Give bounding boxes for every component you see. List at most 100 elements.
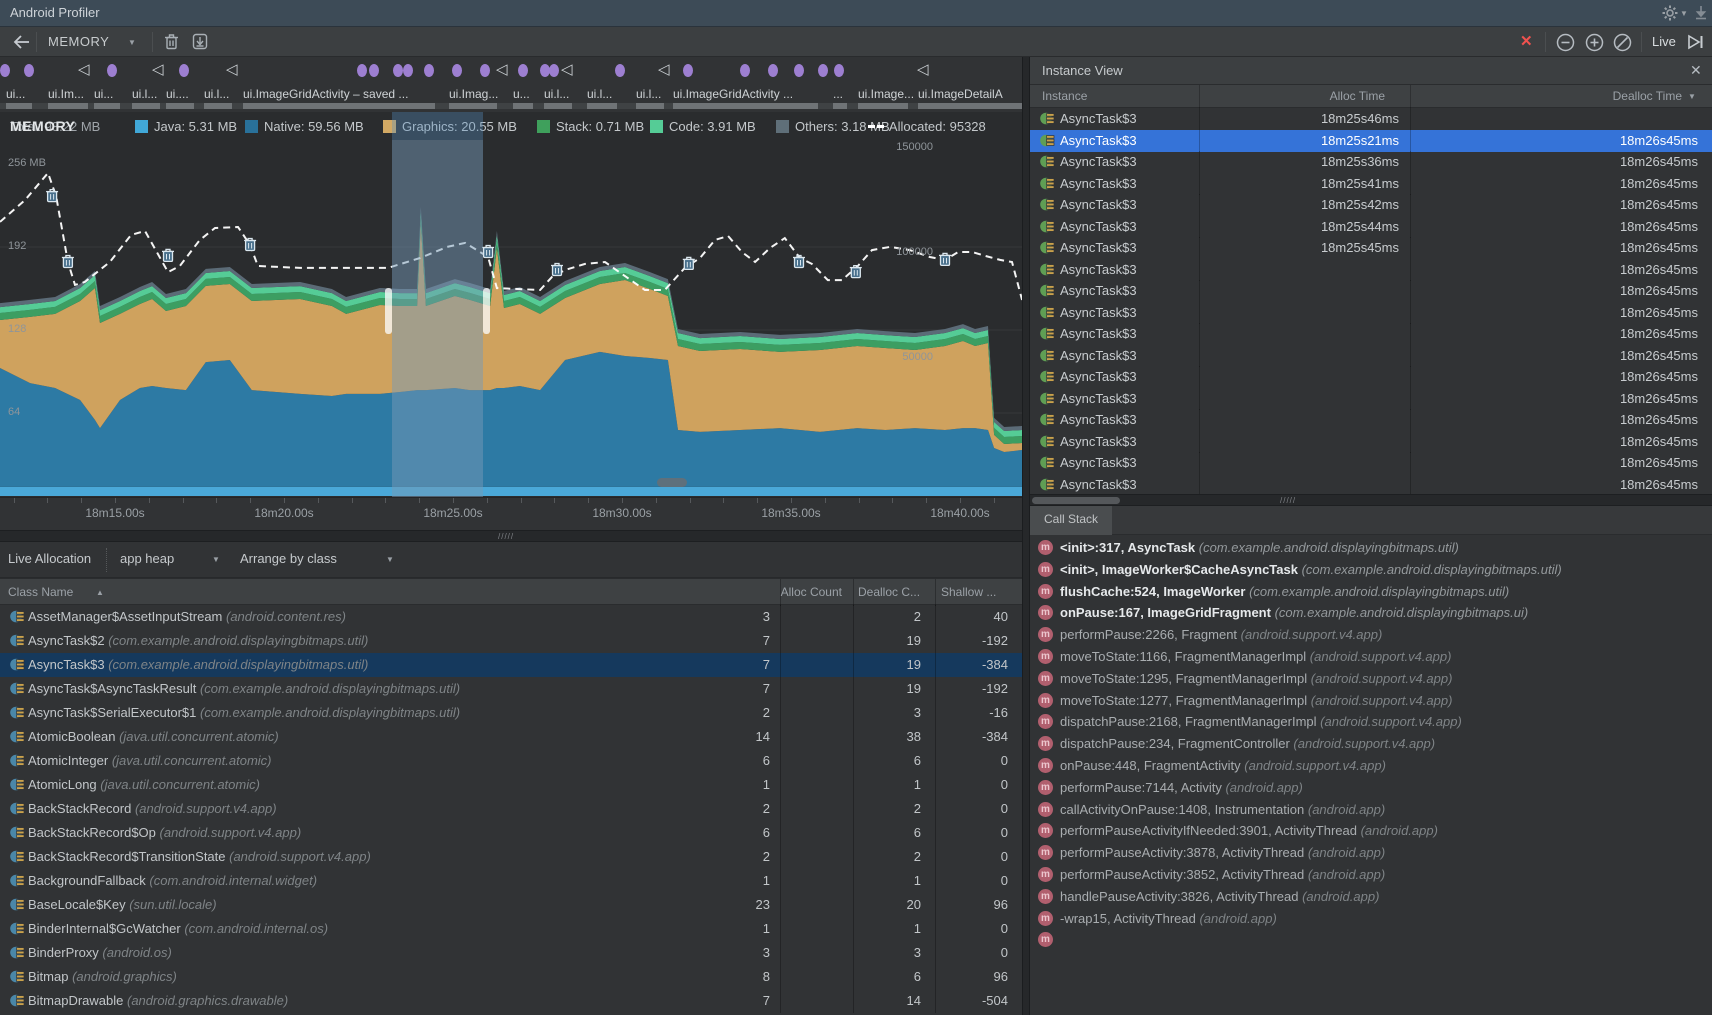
table-row[interactable]: AsyncTask$2 (com.example.android.display…: [0, 629, 1022, 653]
callstack-frame[interactable]: mperformPause:7144, Activity (android.ap…: [1030, 777, 1712, 799]
instance-row[interactable]: AsyncTask$318m26s45ms: [1030, 323, 1712, 345]
instance-row[interactable]: AsyncTask$318m26s45ms: [1030, 388, 1712, 410]
class-name: BackStackRecord$TransitionState (android…: [28, 849, 371, 864]
event-timeline[interactable]: ◁◁◁◁◁◁◁: [0, 57, 1022, 84]
callstack-frame[interactable]: monPause:448, FragmentActivity (android.…: [1030, 755, 1712, 777]
callstack-frame[interactable]: mperformPauseActivity:3878, ActivityThre…: [1030, 842, 1712, 864]
callstack-frame[interactable]: mhandlePauseActivity:3826, ActivityThrea…: [1030, 886, 1712, 908]
table-row[interactable]: BitmapDrawable (android.graphics.drawabl…: [0, 989, 1022, 1013]
zoom-out-icon[interactable]: [1556, 33, 1575, 52]
table-row[interactable]: BackgroundFallback (com.android.internal…: [0, 869, 1022, 893]
column-class-name[interactable]: Class Name: [8, 585, 73, 599]
selection-handle-right[interactable]: [483, 288, 490, 334]
table-row[interactable]: AsyncTask$3 (com.example.android.display…: [0, 653, 1022, 677]
callstack-frame[interactable]: m: [1030, 929, 1712, 951]
column-instance[interactable]: Instance: [1042, 89, 1087, 103]
table-row[interactable]: AsyncTask$SerialExecutor$1 (com.example.…: [0, 701, 1022, 725]
instance-row[interactable]: AsyncTask$318m25s44ms18m26s45ms: [1030, 216, 1712, 238]
timeline-scrollbar[interactable]: [657, 478, 687, 487]
zoom-in-icon[interactable]: [1585, 33, 1604, 52]
method-icon: m: [1038, 693, 1053, 708]
callstack-frame[interactable]: monPause:167, ImageGridFragment (com.exa…: [1030, 602, 1712, 624]
export-heap-icon[interactable]: [192, 33, 208, 50]
instance-name: AsyncTask$3: [1060, 391, 1137, 406]
table-row[interactable]: BinderProxy (android.os)330: [0, 941, 1022, 965]
jump-to-live-icon[interactable]: [1687, 34, 1705, 50]
instance-row[interactable]: AsyncTask$318m25s42ms18m26s45ms: [1030, 194, 1712, 216]
callstack-list[interactable]: m<init>:317, AsyncTask (com.example.andr…: [1030, 537, 1712, 1015]
horizontal-splitter[interactable]: /////: [0, 530, 1022, 542]
table-row[interactable]: AsyncTask$AsyncTaskResult (com.example.a…: [0, 677, 1022, 701]
callstack-frame[interactable]: mflushCache:524, ImageWorker (com.exampl…: [1030, 581, 1712, 603]
instance-row[interactable]: AsyncTask$318m25s36ms18m26s45ms: [1030, 151, 1712, 173]
table-row[interactable]: BinderInternal$GcWatcher (com.android.in…: [0, 917, 1022, 941]
arrange-dropdown[interactable]: Arrange by class: [240, 551, 337, 566]
gear-icon[interactable]: [1662, 5, 1678, 21]
callstack-frame[interactable]: mmoveToState:1295, FragmentManagerImpl (…: [1030, 668, 1712, 690]
table-row[interactable]: AtomicLong (java.util.concurrent.atomic)…: [0, 773, 1022, 797]
table-row[interactable]: Bitmap (android.graphics)8696: [0, 965, 1022, 989]
callstack-frame[interactable]: mperformPauseActivityIfNeeded:3901, Acti…: [1030, 820, 1712, 842]
column-alloc-time[interactable]: Alloc Time: [1199, 89, 1385, 103]
table-row[interactable]: BackStackRecord$Op (android.support.v4.a…: [0, 821, 1022, 845]
instance-row[interactable]: AsyncTask$318m26s45ms: [1030, 431, 1712, 453]
frame-signature: flushCache:524, ImageWorker (com.example…: [1060, 584, 1509, 599]
vertical-splitter[interactable]: [1022, 57, 1030, 1015]
memory-chart[interactable]: 256 MB1921286415000010000050000: [0, 140, 1022, 497]
instance-row[interactable]: AsyncTask$318m25s46ms: [1030, 108, 1712, 130]
profiler-type-dropdown[interactable]: MEMORY: [48, 34, 109, 49]
instance-row[interactable]: AsyncTask$318m25s45ms18m26s45ms: [1030, 237, 1712, 259]
download-icon[interactable]: [1694, 5, 1708, 21]
callstack-frame[interactable]: m<init>, ImageWorker$CacheAsyncTask (com…: [1030, 559, 1712, 581]
callstack-frame[interactable]: mcallActivityOnPause:1408, Instrumentati…: [1030, 799, 1712, 821]
instance-row[interactable]: AsyncTask$318m26s45ms: [1030, 345, 1712, 367]
column-alloc-count[interactable]: Alloc Count: [710, 585, 842, 599]
class-table-header[interactable]: Class Name ▲ Alloc Count Dealloc C... Sh…: [0, 578, 1022, 605]
table-row[interactable]: AtomicBoolean (java.util.concurrent.atom…: [0, 725, 1022, 749]
instance-row[interactable]: AsyncTask$318m26s45ms: [1030, 302, 1712, 324]
close-selection-icon[interactable]: ✕: [1520, 32, 1533, 50]
close-instance-view-icon[interactable]: ✕: [1690, 62, 1702, 79]
instance-row[interactable]: AsyncTask$318m26s45ms: [1030, 474, 1712, 495]
callstack-frame[interactable]: m<init>:317, AsyncTask (com.example.andr…: [1030, 537, 1712, 559]
heap-dropdown[interactable]: app heap: [120, 551, 174, 566]
table-row[interactable]: BaseLocale$Key (sun.util.locale)232096: [0, 893, 1022, 917]
table-row[interactable]: BackStackRecord$TransitionState (android…: [0, 845, 1022, 869]
class-name: AtomicLong (java.util.concurrent.atomic): [28, 777, 260, 792]
instance-row[interactable]: AsyncTask$318m26s45ms: [1030, 366, 1712, 388]
back-arrow-icon[interactable]: [12, 32, 32, 52]
instance-row[interactable]: AsyncTask$318m26s45ms: [1030, 259, 1712, 281]
callstack-frame[interactable]: m-wrap15, ActivityThread (android.app): [1030, 908, 1712, 930]
class-table[interactable]: AssetManager$AssetInputStream (android.c…: [0, 605, 1022, 1015]
touch-event-icon: [369, 64, 379, 77]
column-dealloc-time[interactable]: Dealloc Time: [1410, 89, 1682, 103]
instance-hscrollbar[interactable]: /////: [1030, 494, 1712, 506]
live-button[interactable]: Live: [1652, 34, 1676, 49]
table-row[interactable]: AtomicInteger (java.util.concurrent.atom…: [0, 749, 1022, 773]
table-row[interactable]: AssetManager$AssetInputStream (android.c…: [0, 605, 1022, 629]
alloc-count: 3: [700, 609, 770, 624]
instance-table[interactable]: AsyncTask$318m25s46msAsyncTask$318m25s21…: [1030, 108, 1712, 494]
callstack-frame[interactable]: mdispatchPause:2168, FragmentManagerImpl…: [1030, 711, 1712, 733]
touch-event-icon: [0, 64, 10, 77]
callstack-frame[interactable]: mdispatchPause:234, FragmentController (…: [1030, 733, 1712, 755]
method-icon: m: [1038, 932, 1053, 947]
reset-zoom-icon[interactable]: [1613, 33, 1632, 52]
callstack-frame[interactable]: mperformPause:2266, Fragment (android.su…: [1030, 624, 1712, 646]
instance-row[interactable]: AsyncTask$318m25s21ms18m26s45ms: [1030, 130, 1712, 152]
column-dealloc-count[interactable]: Dealloc C...: [858, 585, 920, 599]
instance-row[interactable]: AsyncTask$318m26s45ms: [1030, 452, 1712, 474]
instance-table-header[interactable]: Instance Alloc Time Dealloc Time ▼: [1030, 85, 1712, 108]
callstack-frame[interactable]: mperformPauseActivity:3852, ActivityThre…: [1030, 864, 1712, 886]
instance-row[interactable]: AsyncTask$318m26s45ms: [1030, 280, 1712, 302]
callstack-frame[interactable]: mmoveToState:1277, FragmentManagerImpl (…: [1030, 690, 1712, 712]
tab-call-stack[interactable]: Call Stack: [1030, 506, 1112, 535]
instance-row[interactable]: AsyncTask$318m26s45ms: [1030, 409, 1712, 431]
scrollbar-thumb[interactable]: [1032, 497, 1120, 504]
instance-row[interactable]: AsyncTask$318m25s41ms18m26s45ms: [1030, 173, 1712, 195]
column-shallow-size[interactable]: Shallow ...: [941, 585, 996, 599]
callstack-frame[interactable]: mmoveToState:1166, FragmentManagerImpl (…: [1030, 646, 1712, 668]
trash-icon[interactable]: [164, 33, 179, 50]
table-row[interactable]: BackStackRecord (android.support.v4.app)…: [0, 797, 1022, 821]
selection-handle-left[interactable]: [385, 288, 392, 334]
